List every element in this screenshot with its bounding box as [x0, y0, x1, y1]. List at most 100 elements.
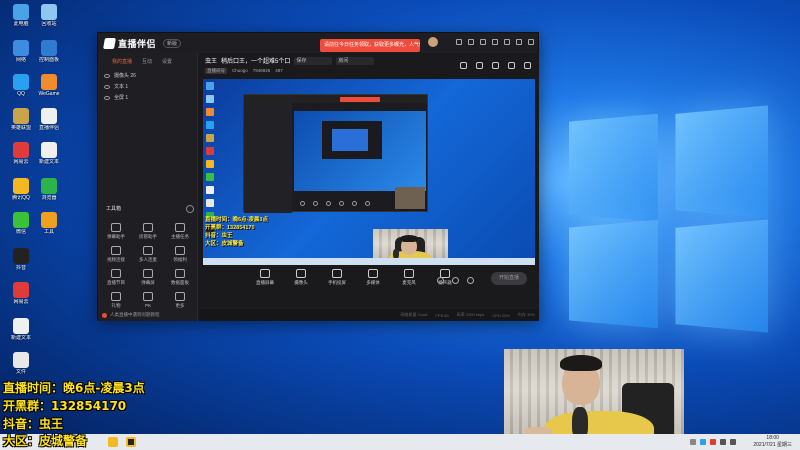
music-app-icon — [13, 282, 29, 298]
nickname: Chuogo — [232, 68, 248, 73]
clip-icon[interactable] — [476, 62, 483, 69]
avatar[interactable] — [428, 37, 438, 47]
camera-button[interactable]: 摄像头 — [290, 269, 312, 286]
desktop-icon[interactable]: 网络 — [6, 40, 36, 63]
desktop-icon[interactable]: 文件 — [6, 352, 36, 375]
room-field[interactable]: 房间 — [336, 56, 375, 65]
desktop-icon[interactable]: 浏览器 — [34, 178, 64, 201]
tool-button[interactable]: 弹幕屏 — [132, 269, 164, 286]
menu-icon[interactable] — [492, 39, 498, 45]
layout-icon[interactable] — [492, 62, 499, 69]
save-field[interactable]: 保存 — [294, 56, 333, 65]
tab-interact[interactable]: 互动 — [142, 58, 152, 65]
message-icon[interactable] — [456, 39, 462, 45]
desktop-icon[interactable]: 英雄联盟 — [6, 108, 36, 131]
bell-icon[interactable] — [508, 62, 515, 69]
tool-button[interactable]: 更多 — [164, 292, 196, 309]
more-options-icon[interactable] — [467, 277, 474, 284]
clock[interactable]: 18:00 2021/7/21 星期三 — [753, 435, 792, 449]
tool-button[interactable]: 领福利 — [164, 246, 196, 263]
overlay-douyin: 抖音：虫王 — [3, 417, 64, 431]
room-id: 7946925 — [252, 68, 271, 73]
phone-icon — [332, 269, 342, 278]
desktop-icon[interactable]: QQ — [6, 74, 36, 97]
pk-icon — [143, 292, 153, 301]
desktop-icon[interactable]: WeGame — [34, 74, 64, 97]
tab-my-live[interactable]: 我的直播 — [112, 58, 132, 65]
live-companion-icon — [41, 108, 57, 124]
settings-gear-icon[interactable] — [452, 277, 459, 284]
phone-cast-button[interactable]: 手机投屏 — [326, 269, 348, 286]
scene-item[interactable]: 摄像头 26 — [104, 70, 197, 81]
taskbar: 18:00 2021/7/21 星期三 — [0, 434, 800, 450]
toolbox-title: 工具箱 — [106, 206, 122, 212]
desktop-icon[interactable]: 网易云 — [6, 142, 36, 165]
microphone-button[interactable]: 麦克风 — [398, 269, 420, 286]
tool-button[interactable]: 多人连麦 — [132, 246, 164, 263]
scene-item[interactable]: 文本 1 — [104, 81, 197, 92]
eye-icon[interactable] — [104, 95, 110, 100]
desktop-icon[interactable]: 新建文本 — [34, 142, 64, 165]
collapse-icon[interactable] — [186, 205, 194, 213]
eye-icon[interactable] — [104, 73, 110, 78]
desktop-icon[interactable]: 控制面板 — [34, 40, 64, 63]
notice-banner[interactable]: 请前往今日任务领取，获取更多曝光，人气值 — [320, 39, 420, 52]
start-live-button[interactable]: 开始直播 — [491, 272, 527, 285]
desktop-icon[interactable]: 新建文本 — [6, 318, 36, 341]
tool-button[interactable]: 礼物 — [100, 292, 132, 309]
preview-overlay-line: 大区：皮城警备 — [205, 241, 244, 247]
chevron-up-icon[interactable] — [690, 439, 696, 445]
version-badge[interactable]: 新版 — [163, 38, 182, 48]
desktop-icon[interactable]: 直播伴侣 — [34, 108, 64, 131]
screen-capture-button[interactable]: 直播屏幕 — [254, 269, 276, 286]
tool-button[interactable]: 主播任务 — [164, 223, 196, 240]
desktop-icon[interactable]: 工具 — [34, 212, 64, 235]
video-link-icon — [111, 246, 121, 255]
tool-button[interactable]: 弹幕助手 — [100, 223, 132, 240]
task-icon — [175, 223, 185, 232]
desktop-icon[interactable]: 腾讯QQ — [6, 178, 36, 201]
taskbar-app-icon[interactable] — [126, 437, 136, 447]
taskbar-app-icon[interactable] — [108, 437, 118, 447]
desktop-icon[interactable]: 抖音 — [6, 248, 36, 271]
qq-tray-icon[interactable] — [700, 439, 706, 445]
close-icon[interactable] — [528, 39, 534, 45]
admin-icon — [143, 223, 153, 232]
scene-label: 摄像头 26 — [114, 73, 136, 79]
settings-icon[interactable] — [468, 39, 474, 45]
tool-button[interactable]: 房管助手 — [132, 223, 164, 240]
nested-preview-window — [243, 94, 428, 213]
tool-button[interactable]: 直播节目 — [100, 269, 132, 286]
room-title[interactable]: 稍后口王，一个超难5个口 — [221, 56, 290, 65]
desktop-icon[interactable]: 网易云 — [6, 282, 36, 305]
maximize-icon[interactable] — [516, 39, 522, 45]
eye-icon[interactable] — [104, 84, 110, 89]
chat-icon — [13, 212, 29, 228]
minimize-icon[interactable] — [504, 39, 510, 45]
share-icon[interactable] — [524, 62, 531, 69]
desktop-icon[interactable]: 微信 — [6, 212, 36, 235]
app-tray-icon[interactable] — [710, 439, 716, 445]
desktop-icon[interactable]: 回收站 — [34, 4, 64, 27]
network-tray-icon[interactable] — [720, 439, 726, 445]
tab-settings[interactable]: 设置 — [162, 58, 172, 65]
preview-overlay-line: 抖音：虫王 — [205, 233, 233, 239]
viewer-count: 487 — [275, 68, 283, 73]
media-button[interactable]: 多媒体 — [362, 269, 384, 286]
desktop-icon[interactable]: 此电脑 — [6, 4, 36, 27]
scene-label: 文本 1 — [114, 84, 129, 90]
help-link[interactable]: 人类直播中遇到问题教程 — [102, 312, 160, 318]
more-icon — [175, 292, 185, 301]
record-icon[interactable] — [437, 277, 444, 284]
tool-button[interactable]: 视频连接 — [100, 246, 132, 263]
sidebar-tabs: 我的直播 互动 设置 — [98, 53, 197, 70]
lock-icon[interactable] — [460, 62, 467, 69]
skin-icon[interactable] — [480, 39, 486, 45]
room-meta: 直播间号 Chuogo 7946925 487 — [205, 68, 283, 74]
program-icon — [111, 269, 121, 278]
volume-icon[interactable] — [730, 439, 736, 445]
tool-button[interactable]: 数据面板 — [164, 269, 196, 286]
stream-preview[interactable]: 直播时间：晚6点-凌晨3点 开黑群：132854170 抖音：虫王 大区：皮城警… — [203, 79, 535, 265]
tool-button[interactable]: PK — [132, 292, 164, 309]
scene-item[interactable]: 全屏 1 — [104, 92, 197, 103]
